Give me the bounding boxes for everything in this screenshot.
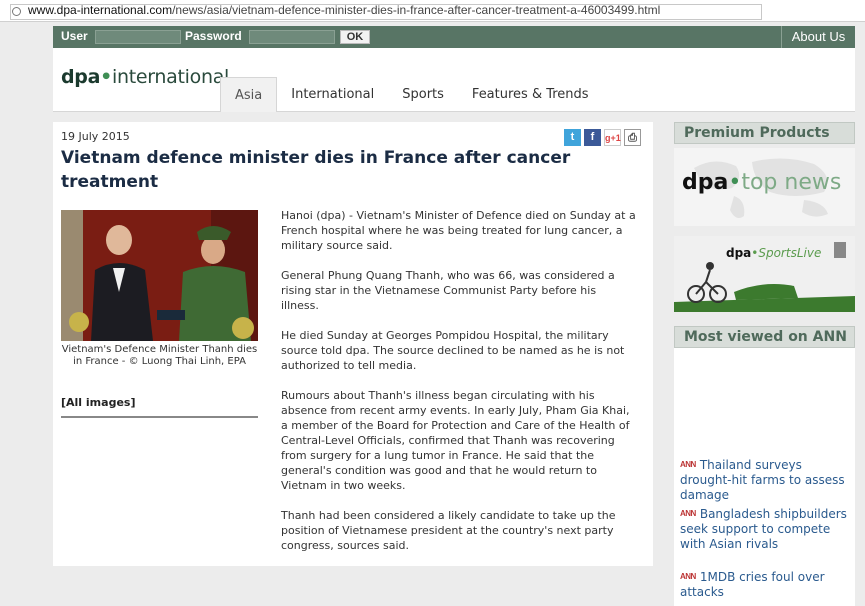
ann-news-item[interactable]: ANN 1MDB cries foul over attacks xyxy=(680,569,855,600)
article-date: 19 July 2015 xyxy=(61,130,130,143)
globe-icon xyxy=(12,7,21,16)
divider xyxy=(61,416,258,418)
ann-logo-icon: ANN xyxy=(680,506,696,521)
user-input[interactable] xyxy=(95,30,181,44)
article-paragraph: He died Sunday at Georges Pompidou Hospi… xyxy=(281,329,625,372)
topnews-dpa: dpa xyxy=(682,170,729,195)
ann-news-title: Thailand surveys drought-hit farms to as… xyxy=(680,458,845,502)
article: 19 July 2015 t f g+1 ⎙ Vietnam defence m… xyxy=(53,122,653,566)
login-ok-button[interactable]: OK xyxy=(340,30,370,44)
topnews-logo: dpa•top news xyxy=(682,170,841,195)
article-photo[interactable] xyxy=(61,210,258,341)
ann-news-title: Bangladesh shipbuilders seek support to … xyxy=(680,507,847,551)
url-domain: www.dpa-international.com xyxy=(28,3,173,17)
photo-caption: Vietnam's Defence Minister Thanh dies in… xyxy=(61,344,258,367)
article-paragraph: Hanoi (dpa) - Vietnam's Minister of Defe… xyxy=(281,209,636,252)
password-input[interactable] xyxy=(249,30,335,44)
article-headline: Vietnam defence minister dies in France … xyxy=(61,148,571,192)
about-us-link[interactable]: About Us xyxy=(781,26,855,48)
tab-asia[interactable]: Asia xyxy=(220,77,278,112)
section-tabs: Asia International Sports Features & Tre… xyxy=(220,77,603,112)
sportslive-dpa: dpa xyxy=(726,246,752,260)
article-paragraph: Thanh had been considered a likely candi… xyxy=(281,509,616,552)
most-viewed-heading: Most viewed on ANN xyxy=(674,326,855,348)
share-bar: t f g+1 ⎙ xyxy=(564,129,641,146)
ann-logo-icon: ANN xyxy=(680,457,696,472)
logo-dot: • xyxy=(100,66,112,88)
article-body: Hanoi (dpa) - Vietnam's Minister of Defe… xyxy=(281,208,636,568)
article-paragraph: General Phung Quang Thanh, who was 66, w… xyxy=(281,269,615,312)
badge-icon xyxy=(834,242,846,258)
dpa-international-logo[interactable]: dpa•international xyxy=(61,66,229,88)
tab-international[interactable]: International xyxy=(277,77,388,112)
google-plus-icon[interactable]: g+1 xyxy=(604,129,621,146)
sportslive-logo: dpa•SportsLive xyxy=(726,246,821,260)
address-bar[interactable]: www.dpa-international.com/news/asia/viet… xyxy=(0,0,865,22)
twitter-icon[interactable]: t xyxy=(564,129,581,146)
tab-sports[interactable]: Sports xyxy=(388,77,458,112)
logo-dpa: dpa xyxy=(61,66,101,88)
all-images-link[interactable]: [All images] xyxy=(61,396,135,409)
tab-features-trends[interactable]: Features & Trends xyxy=(458,77,603,112)
ann-logo-icon: ANN xyxy=(680,569,696,584)
sportslive-rest: SportsLive xyxy=(758,246,822,260)
premium-products-heading: Premium Products xyxy=(674,122,855,144)
logo-rest: international xyxy=(111,66,230,88)
photo-illustration xyxy=(61,210,258,341)
login-bar: User Password OK About Us xyxy=(53,26,855,48)
ann-news-title: 1MDB cries foul over attacks xyxy=(680,570,825,599)
ann-news-item[interactable]: ANN Thailand surveys drought-hit farms to… xyxy=(680,457,855,503)
url-text[interactable]: www.dpa-international.com/news/asia/viet… xyxy=(28,3,660,17)
site-header: dpa•international Asia International Spo… xyxy=(53,48,855,112)
password-label: Password xyxy=(185,29,242,43)
url-path: /news/asia/vietnam-defence-minister-dies… xyxy=(172,3,661,17)
sportslive-banner[interactable]: dpa•SportsLive xyxy=(674,236,855,312)
user-label: User xyxy=(61,29,88,43)
facebook-icon[interactable]: f xyxy=(584,129,601,146)
print-icon[interactable]: ⎙ xyxy=(624,129,641,146)
topnews-banner[interactable]: dpa•top news xyxy=(674,148,855,226)
topnews-dot: • xyxy=(728,170,742,195)
ann-news-item[interactable]: ANN Bangladesh shipbuilders seek support … xyxy=(680,506,855,552)
article-paragraph: Rumours about Thanh's illness began circ… xyxy=(281,389,630,492)
topnews-rest: top news xyxy=(741,170,842,195)
